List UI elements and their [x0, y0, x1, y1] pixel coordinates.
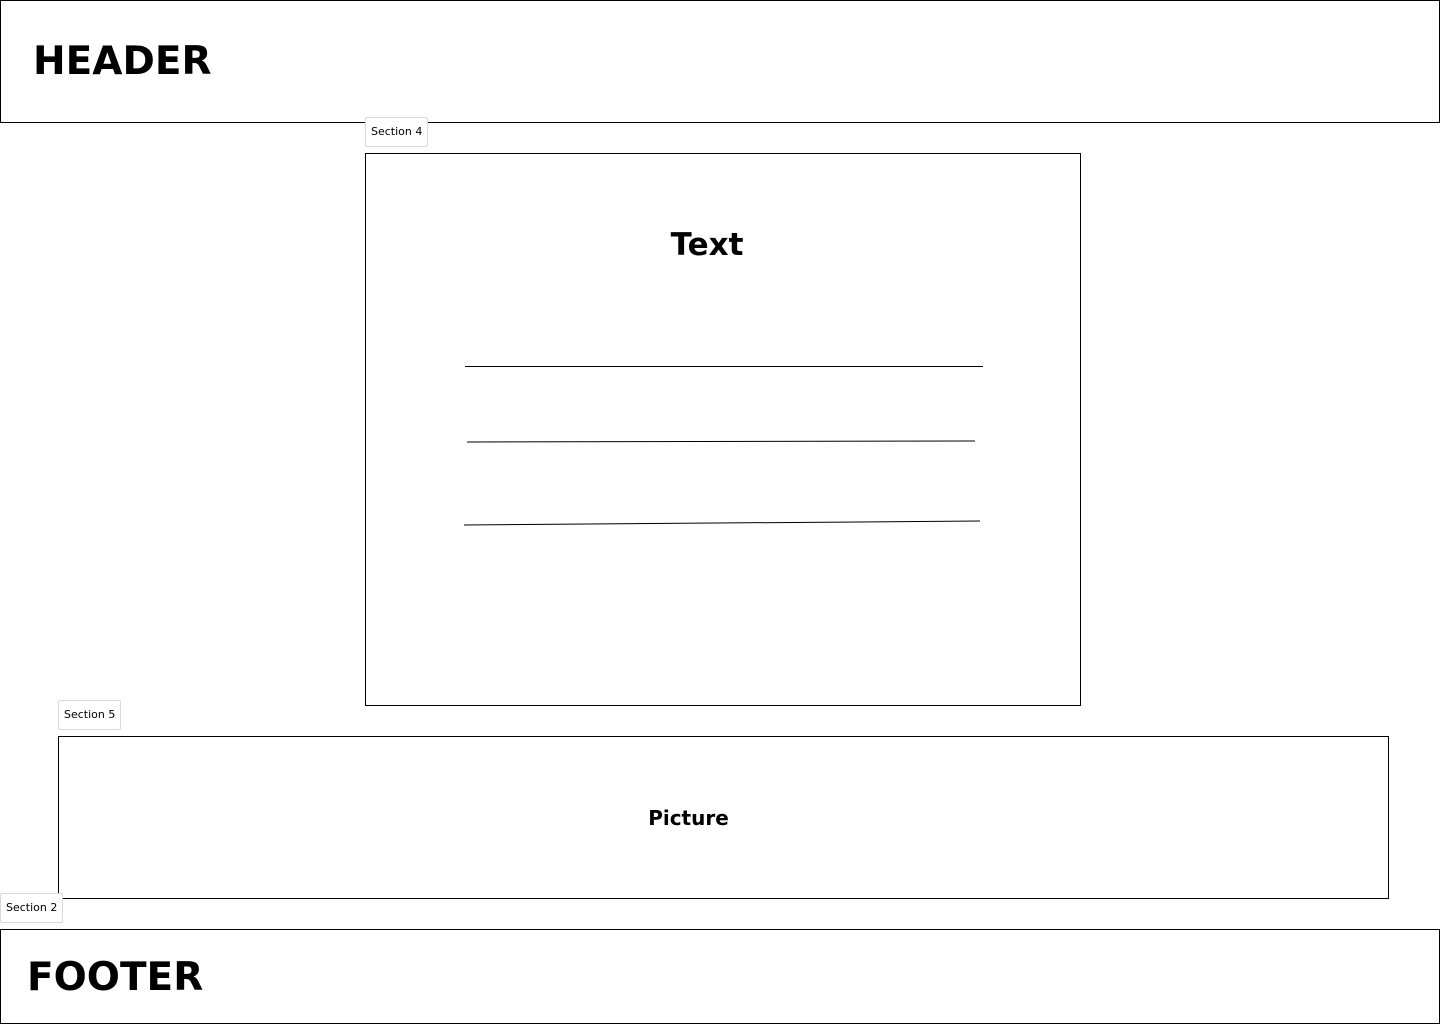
- section-4-tag[interactable]: Section 4: [365, 117, 429, 147]
- header-title: HEADER: [33, 39, 212, 84]
- text-section-heading: Text: [670, 227, 744, 263]
- picture-placeholder-label: Picture: [648, 806, 729, 830]
- header-frame: [0, 0, 1440, 123]
- footer-title: FOOTER: [27, 955, 204, 1000]
- section-2-tag[interactable]: Section 2: [0, 893, 64, 923]
- footer-frame: [0, 929, 1440, 1024]
- section-5-tag[interactable]: Section 5: [58, 700, 122, 730]
